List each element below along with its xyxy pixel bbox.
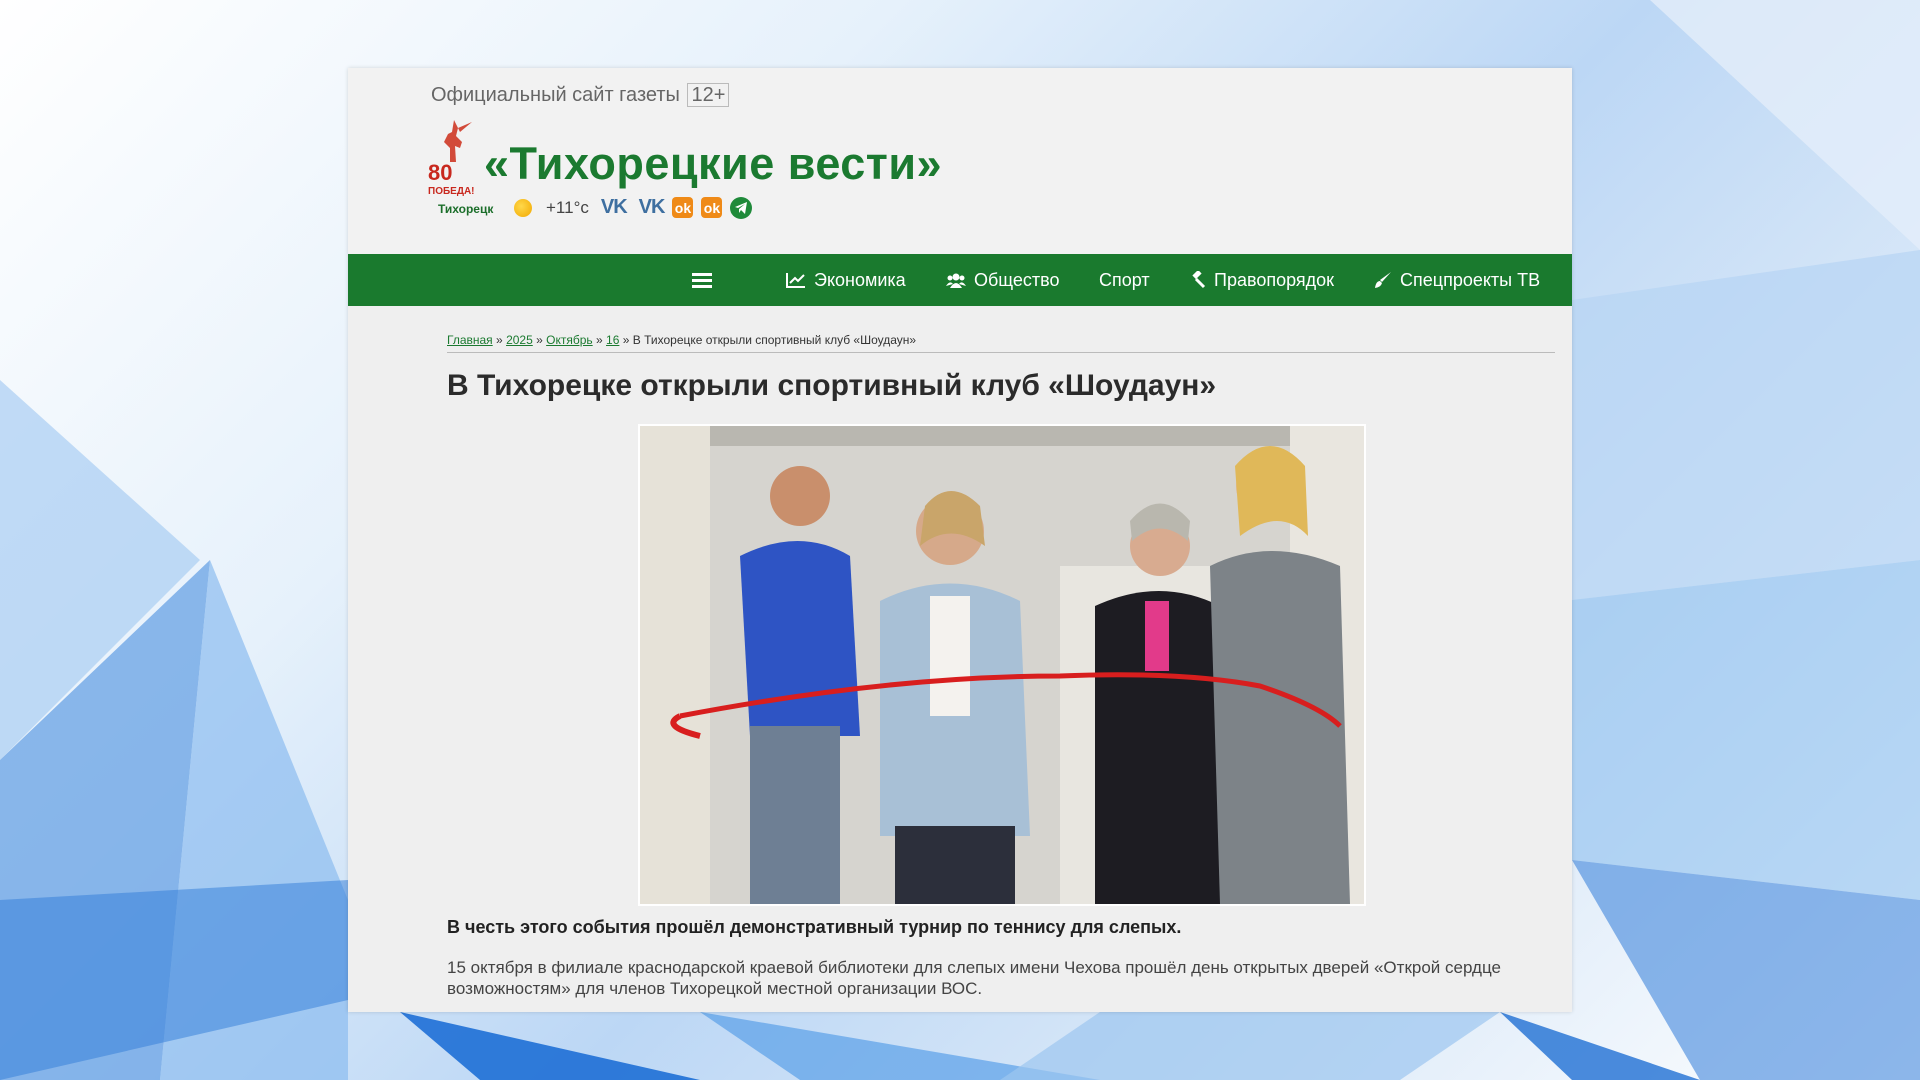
gavel-icon — [1192, 271, 1206, 289]
sun-icon — [514, 198, 532, 217]
breadcrumb-month-link[interactable]: Октябрь — [546, 333, 593, 347]
brush-icon — [1375, 272, 1391, 288]
breadcrumb: Главная » 2025 » Октябрь » 16 » В Тихоре… — [447, 333, 916, 347]
temperature: +11°c — [546, 197, 589, 217]
article-title: В Тихорецке открыли спортивный клуб «Шоу… — [447, 369, 1217, 402]
breadcrumb-year-link[interactable]: 2025 — [506, 333, 533, 347]
nav-society[interactable]: Общество — [946, 254, 1060, 306]
article-photo[interactable] — [638, 424, 1366, 906]
breadcrumb-separator: » — [536, 333, 543, 347]
breadcrumb-separator: » — [496, 333, 503, 347]
nav-economy[interactable]: Экономика — [786, 254, 906, 306]
breadcrumb-current: В Тихорецке открыли спортивный клуб «Шоу… — [632, 333, 917, 347]
main-navigation: Экономика Общество Спорт Правопорядок Сп… — [348, 254, 1572, 306]
ok-icon[interactable]: ok — [701, 197, 723, 218]
nav-law-enforcement[interactable]: Правопорядок — [1188, 254, 1334, 306]
site-title[interactable]: «Тихорецкие вести» — [484, 138, 942, 190]
site-header: Официальный сайт газеты 12+ 80 ПОБЕДА! Т… — [348, 68, 1572, 254]
chart-icon — [786, 273, 805, 288]
ribbon-cutting-photo — [640, 426, 1364, 904]
vk-icon[interactable]: VK — [601, 196, 628, 219]
users-icon — [946, 273, 966, 288]
browser-page: Официальный сайт газеты 12+ 80 ПОБЕДА! Т… — [348, 68, 1572, 1012]
nav-special-projects[interactable]: Спецпроекты ТВ — [1374, 254, 1540, 306]
hamburger-icon[interactable] — [692, 273, 712, 288]
ok-icon[interactable]: ok — [672, 197, 694, 218]
breadcrumb-day-link[interactable]: 16 — [606, 333, 619, 347]
article-body: 15 октября в филиале краснодарской краев… — [447, 958, 1501, 998]
svg-text:80: 80 — [428, 160, 452, 185]
header-toolbar: +11°c VK VK ok ok — [514, 196, 753, 219]
official-site-label: Официальный сайт газеты 12+ — [431, 83, 730, 107]
victory-logo-icon[interactable]: 80 ПОБЕДА! — [428, 118, 474, 200]
breadcrumb-separator: » — [596, 333, 603, 347]
breadcrumb-divider — [447, 352, 1555, 353]
city-label: Тихорецк — [438, 202, 494, 216]
nav-sport[interactable]: Спорт — [1099, 254, 1150, 306]
age-rating-badge: 12+ — [687, 83, 730, 107]
article-lead: В честь этого события прошёл демонстрати… — [447, 917, 1182, 937]
telegram-icon[interactable] — [730, 196, 753, 219]
vk-icon[interactable]: VK — [639, 196, 666, 219]
breadcrumb-separator: » — [622, 333, 630, 347]
svg-text:ПОБЕДА!: ПОБЕДА! — [428, 186, 474, 197]
breadcrumb-home-link[interactable]: Главная — [447, 333, 493, 347]
